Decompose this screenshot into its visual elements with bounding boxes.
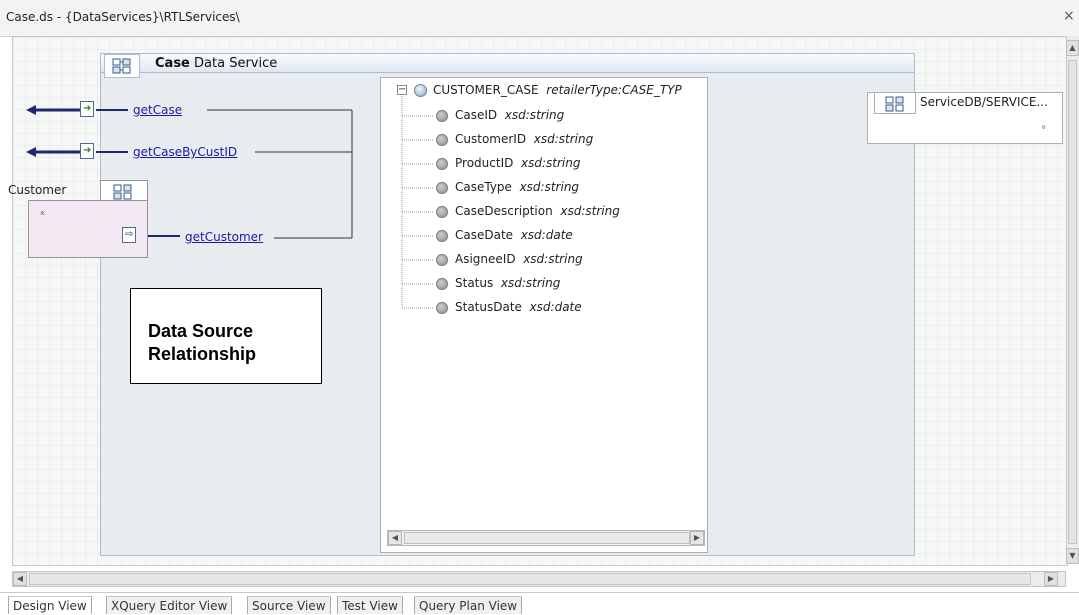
simple-element-icon: [436, 182, 448, 194]
service-db-label: ServiceDB/SERVICE...: [920, 95, 1048, 109]
horizontal-scroll-thumb[interactable]: [29, 573, 1031, 585]
scroll-left-button[interactable]: ◀: [13, 572, 27, 586]
field-type: xsd:string: [519, 180, 580, 194]
simple-element-icon: [436, 254, 448, 266]
schema-scroll-right-button[interactable]: ▶: [690, 531, 704, 545]
schema-field-row[interactable]: CaseType xsd:string: [455, 180, 579, 194]
service-db-tab: [874, 92, 916, 114]
schema-scroll-left-button[interactable]: ◀: [388, 531, 402, 545]
schema-field-row[interactable]: CaseDescription xsd:string: [455, 204, 620, 218]
tab-xquery-editor-view[interactable]: XQuery Editor View: [106, 596, 233, 614]
tab-query-plan-view[interactable]: Query Plan View: [414, 596, 523, 614]
simple-element-icon: [436, 134, 448, 146]
simple-element-icon: [436, 206, 448, 218]
simple-element-icon: [436, 158, 448, 170]
service-db-icon: [885, 96, 904, 112]
tree-collapse-toggle[interactable]: −: [397, 85, 407, 95]
schema-field-row[interactable]: CaseDate xsd:date: [455, 228, 573, 242]
field-type: xsd:string: [560, 204, 620, 218]
scroll-right-button[interactable]: ▶: [1044, 572, 1058, 586]
service-db-expand-icon[interactable]: »: [1038, 124, 1048, 130]
simple-element-icon: [436, 278, 448, 290]
schema-root-row[interactable]: CUSTOMER_CASE retailerType:CASE_TYP: [433, 83, 682, 97]
schema-scroll-thumb[interactable]: [404, 532, 690, 544]
field-name: CustomerID: [455, 132, 527, 146]
schema-field-row[interactable]: StatusDate xsd:date: [455, 300, 582, 314]
field-name: ProductID: [455, 156, 514, 170]
schema-field-row[interactable]: Status xsd:string: [455, 276, 560, 290]
field-type: xsd:date: [520, 228, 573, 242]
schema-field-row[interactable]: ProductID xsd:string: [455, 156, 580, 170]
simple-element-icon: [436, 230, 448, 242]
field-name: StatusDate: [455, 300, 522, 314]
field-name: CaseType: [455, 180, 512, 194]
field-type: xsd:string: [520, 156, 581, 170]
field-type: xsd:string: [500, 276, 561, 290]
field-type: xsd:string: [523, 252, 583, 266]
tab-source-view[interactable]: Source View: [247, 596, 331, 614]
field-name: AsigneeID: [455, 252, 516, 266]
simple-element-icon: [436, 110, 448, 122]
field-name: CaseDescription: [455, 204, 553, 218]
tab-design-view[interactable]: Design View: [8, 596, 92, 614]
simple-element-icon: [436, 302, 448, 314]
complex-element-icon: [414, 84, 427, 97]
tab-test-view[interactable]: Test View: [337, 596, 403, 614]
schema-field-row[interactable]: AsigneeID xsd:string: [455, 252, 583, 266]
field-type: xsd:string: [504, 108, 565, 122]
field-name: CaseID: [455, 108, 498, 122]
schema-root-name: CUSTOMER_CASE: [433, 83, 539, 97]
field-type: xsd:string: [533, 132, 594, 146]
schema-field-row[interactable]: CustomerID xsd:string: [455, 132, 593, 146]
field-type: xsd:date: [529, 300, 582, 314]
field-name: Status: [455, 276, 494, 290]
schema-root-type: retailerType:CASE_TYP: [546, 83, 682, 97]
schema-field-row[interactable]: CaseID xsd:string: [455, 108, 564, 122]
field-name: CaseDate: [455, 228, 514, 242]
